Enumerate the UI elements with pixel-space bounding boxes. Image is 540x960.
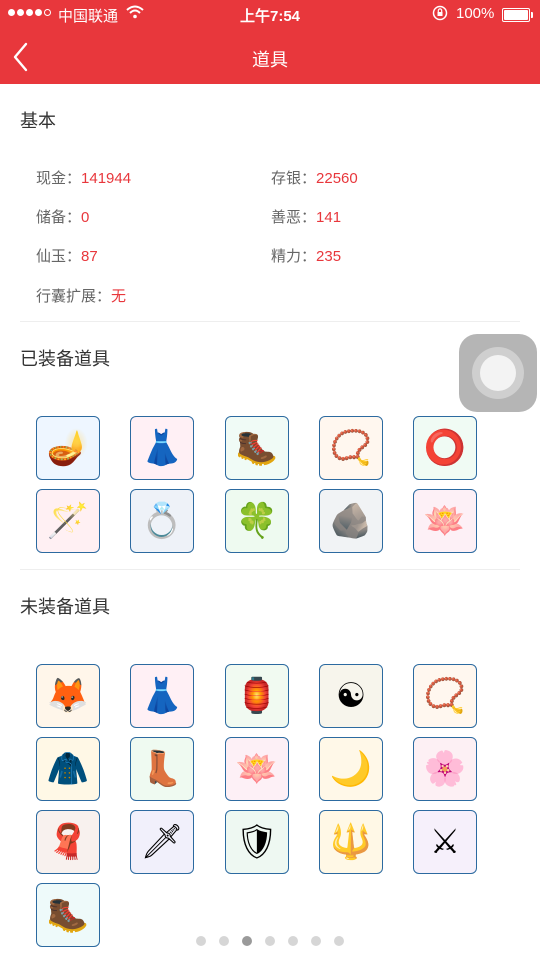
page-dot[interactable]: [242, 936, 252, 946]
page-dot[interactable]: [311, 936, 321, 946]
unequipped-section-title: 未装备道具: [20, 597, 110, 617]
equipped-section-title: 已装备道具: [20, 349, 110, 369]
skirt-icon[interactable]: 👗: [130, 664, 194, 728]
rotation-lock-icon: [432, 5, 448, 25]
purple-sword-icon[interactable]: ⚔: [413, 810, 477, 874]
page-dot[interactable]: [265, 936, 275, 946]
field-karma: 善恶：141: [271, 206, 341, 227]
field-label: 现金：: [36, 170, 82, 187]
field-value: 87: [81, 248, 98, 265]
divider: [20, 569, 520, 570]
field-value: 无: [111, 288, 127, 305]
armor-icon[interactable]: 🛡: [225, 810, 289, 874]
divider: [20, 321, 520, 322]
lotus-icon[interactable]: 🪷: [413, 489, 477, 553]
top-bar: 中国联通 上午7:54 100% 道具: [0, 0, 540, 84]
staff-icon[interactable]: 🪄: [36, 489, 100, 553]
boots-icon[interactable]: 🥾: [225, 416, 289, 480]
field-jade: 仙玉：87: [36, 245, 98, 266]
field-label: 仙玉：: [36, 248, 82, 265]
robe-icon[interactable]: 🧥: [36, 737, 100, 801]
field-label: 存银：: [271, 170, 317, 187]
page-indicator[interactable]: [0, 936, 540, 946]
skirt-icon[interactable]: 👗: [130, 416, 194, 480]
field-value: 141: [316, 209, 342, 226]
earring-icon[interactable]: 🌙: [319, 737, 383, 801]
tassel-icon[interactable]: 🏮: [225, 664, 289, 728]
page-dot[interactable]: [196, 936, 206, 946]
field-label: 储备：: [36, 209, 82, 226]
fox-mask-icon[interactable]: 🦊: [36, 664, 100, 728]
jade-pendant-icon[interactable]: 🍀: [225, 489, 289, 553]
field-savings: 存银：22560: [271, 167, 358, 188]
pendant-icon[interactable]: 📿: [413, 664, 477, 728]
page-dot[interactable]: [288, 936, 298, 946]
page-dot[interactable]: [219, 936, 229, 946]
field-cash: 现金：141944: [36, 167, 131, 188]
field-value: 141944: [81, 170, 132, 187]
status-bar: 中国联通 上午7:54 100%: [0, 0, 540, 28]
battery-icon: [502, 8, 533, 22]
field-value: 0: [81, 209, 90, 226]
scarf-icon[interactable]: 🧣: [36, 810, 100, 874]
field-bag-expansion: 行囊扩展：无: [36, 285, 126, 306]
basic-section-title: 基本: [20, 111, 56, 131]
ring-icon[interactable]: 💍: [130, 489, 194, 553]
boots-icon[interactable]: 👢: [130, 737, 194, 801]
field-value: 235: [316, 248, 342, 265]
field-label: 行囊扩展：: [36, 288, 112, 305]
golden-staff-icon[interactable]: 🔱: [319, 810, 383, 874]
field-label: 精力：: [271, 248, 317, 265]
field-label: 善恶：: [271, 209, 317, 226]
stone-ring-icon[interactable]: 🪨: [319, 489, 383, 553]
field-energy: 精力：235: [271, 245, 341, 266]
pendant-icon[interactable]: 📿: [319, 416, 383, 480]
battery-percent: 100%: [456, 5, 495, 22]
page-title: 道具: [252, 50, 288, 70]
page-dot[interactable]: [334, 936, 344, 946]
flower-ring-icon[interactable]: 🌸: [413, 737, 477, 801]
bagua-belt-icon[interactable]: ☯: [319, 664, 383, 728]
field-reserve: 储备：0: [36, 206, 89, 227]
lotus-icon[interactable]: 🪷: [225, 737, 289, 801]
dagger-icon[interactable]: 🗡: [130, 810, 194, 874]
lamp-icon[interactable]: 🪔: [36, 416, 100, 480]
assistive-touch-button[interactable]: [459, 334, 537, 412]
bracelet-icon[interactable]: ⭕: [413, 416, 477, 480]
field-value: 22560: [316, 170, 358, 187]
